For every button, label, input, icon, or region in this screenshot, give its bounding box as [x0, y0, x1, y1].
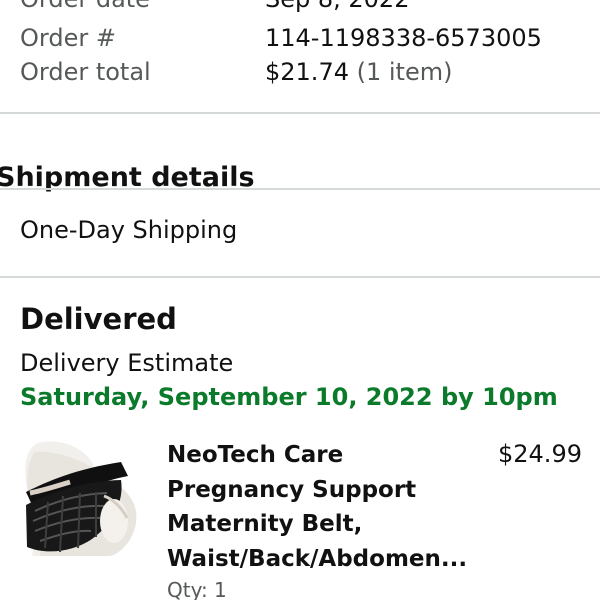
order-item-count: (1 item): [356, 58, 453, 86]
product-quantity: Qty: 1: [167, 578, 227, 600]
order-total-value: $21.74: [265, 58, 349, 86]
order-total-label: Order total: [20, 58, 151, 86]
order-date-label: Order date: [20, 0, 150, 16]
order-number-row: Order # 114-1198338-6573005: [0, 21, 600, 55]
product-title-line: Pregnancy Support: [167, 476, 417, 503]
delivery-estimate-label: Delivery Estimate: [20, 349, 234, 377]
order-date-value: Sep 8, 2022: [265, 0, 409, 16]
order-item-card[interactable]: NeoTech Care Pregnancy Support Maternity…: [0, 430, 600, 600]
delivery-estimate-date: Saturday, September 10, 2022 by 10pm: [20, 383, 558, 411]
product-title-line: NeoTech Care: [167, 442, 344, 468]
order-total-value-wrap: $21.74 (1 item): [265, 55, 452, 89]
product-title-line: Waist/Back/Abdomen...: [167, 545, 468, 572]
order-summary: Order date Sep 8, 2022 Order # 114-11983…: [0, 0, 600, 112]
product-price: $24.99: [498, 440, 582, 468]
product-title-line: Maternity Belt,: [167, 511, 363, 537]
order-details-page: Order date Sep 8, 2022 Order # 114-11983…: [0, 0, 600, 600]
shipment-details-heading: Shipment details: [0, 162, 255, 194]
product-photo-icon: [18, 438, 140, 556]
order-date-row: Order date Sep 8, 2022: [0, 0, 600, 16]
heading-divider: [0, 188, 600, 190]
order-total-row: Order total $21.74 (1 item): [0, 55, 600, 89]
shipping-method-label: One-Day Shipping: [20, 216, 238, 244]
order-number-label: Order #: [20, 24, 116, 52]
order-number-value: 114-1198338-6573005: [265, 24, 542, 52]
delivery-status: Delivered: [20, 302, 177, 336]
product-image[interactable]: [18, 438, 140, 556]
product-title[interactable]: NeoTech Care Pregnancy Support Maternity…: [167, 438, 487, 576]
summary-divider: [0, 112, 600, 114]
shipping-divider: [0, 276, 600, 278]
